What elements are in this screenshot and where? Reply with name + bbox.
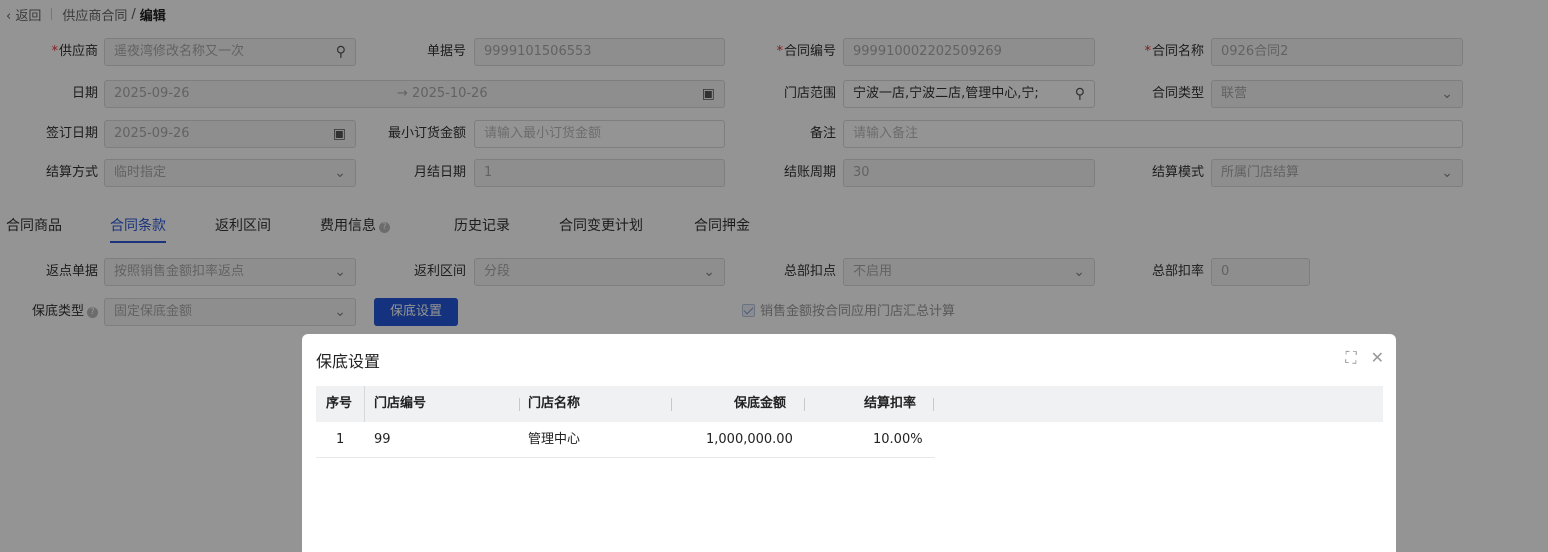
col-rate: 结算扣率 xyxy=(864,396,917,411)
cell-index: 1 xyxy=(336,432,345,447)
table-row[interactable]: 1 99 管理中心 1,000,000.00 10.00% xyxy=(316,422,935,458)
table-header: 序号 门店编号 门店名称 保底金额 结算扣率 xyxy=(316,386,1383,422)
col-index: 序号 xyxy=(326,396,353,411)
modal-actions: ⛶ ✕ xyxy=(1345,348,1384,368)
cell-amount: 1,000,000.00 xyxy=(706,432,793,447)
col-divider xyxy=(671,398,672,411)
col-divider xyxy=(933,398,934,411)
col-store-name: 门店名称 xyxy=(528,396,581,411)
cell-store-no: 99 xyxy=(374,432,391,447)
col-amount: 保底金额 xyxy=(734,396,787,411)
expand-icon[interactable]: ⛶ xyxy=(1345,348,1356,368)
col-divider xyxy=(804,398,805,411)
cell-rate: 10.00% xyxy=(873,432,923,447)
page: ‹ 返回 供应商合同 / 编辑 *供应商 遥夜湾修改名称又一次 ⚲ 单据号 99… xyxy=(0,0,1548,552)
modal-title: 保底设置 xyxy=(316,352,381,371)
guarantee-table: 序号 门店编号 门店名称 保底金额 结算扣率 1 99 管理中心 1,000,0… xyxy=(316,386,1383,458)
close-icon[interactable]: ✕ xyxy=(1371,348,1384,368)
guarantee-settings-modal: 保底设置 ⛶ ✕ 序号 门店编号 门店名称 保底金额 结算扣率 1 99 管理中… xyxy=(302,334,1396,552)
col-store-no: 门店编号 xyxy=(374,396,427,411)
cell-store-name: 管理中心 xyxy=(528,432,581,447)
col-divider xyxy=(364,386,365,422)
col-divider xyxy=(519,398,520,411)
